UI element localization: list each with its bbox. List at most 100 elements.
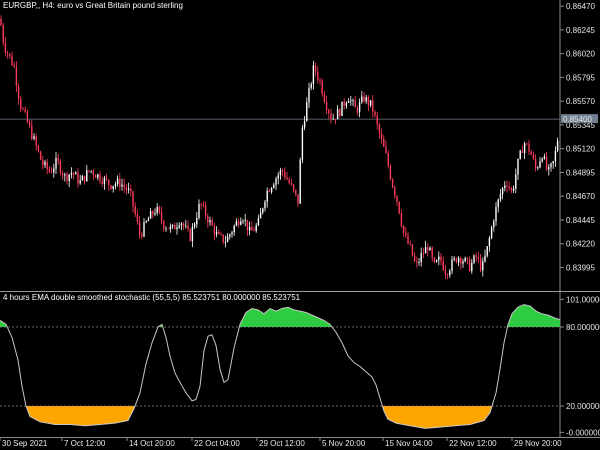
candle-body — [185, 225, 187, 227]
candle-body — [191, 226, 194, 242]
candle-body — [479, 258, 482, 271]
price-tick-label: 0.84220 — [566, 240, 595, 249]
candle-body — [475, 255, 477, 257]
candle-body — [39, 151, 42, 160]
candle-body — [240, 221, 242, 225]
candle-body — [394, 187, 396, 196]
candle-body — [361, 96, 363, 103]
candle-body — [462, 261, 464, 264]
candle-body — [101, 181, 103, 184]
candle-body — [79, 180, 81, 184]
candle-body — [123, 184, 125, 188]
candle-body — [4, 42, 7, 53]
candle-body — [103, 177, 106, 184]
candle-body — [145, 221, 147, 223]
candle-body — [266, 190, 268, 202]
candle-body — [539, 161, 541, 168]
candle-body — [213, 225, 216, 235]
oscillator-title: 4 hours EMA double smoothed stochastic (… — [3, 293, 301, 302]
candle-body — [26, 111, 29, 123]
candle-body — [149, 211, 152, 219]
candle-body — [22, 108, 24, 110]
candle-body — [420, 253, 422, 263]
price-tick-label: 0.84670 — [566, 192, 595, 201]
candle-body — [376, 115, 378, 125]
candle-body — [284, 171, 286, 178]
candle-body — [429, 247, 431, 251]
candle-body — [48, 168, 51, 172]
time-tick-label: 29 Nov 20:00 — [514, 439, 562, 448]
candle-body — [442, 261, 444, 271]
candle-body — [334, 118, 337, 120]
oscillator-tick-label: 101.000000 — [566, 295, 600, 304]
candle-body — [422, 253, 425, 255]
candle-body — [532, 154, 535, 159]
candle-body — [328, 110, 330, 114]
candle-body — [383, 138, 385, 147]
candle-body — [286, 177, 288, 180]
candle-body — [244, 219, 246, 221]
candle-body — [435, 260, 438, 262]
candle-body — [138, 221, 141, 235]
candle-body — [112, 185, 114, 189]
candle-body — [231, 232, 233, 235]
candle-body — [158, 206, 161, 213]
candle-body — [468, 259, 471, 272]
candle-body — [460, 257, 462, 264]
candle-body — [550, 163, 552, 168]
price-tick-label: 0.86020 — [566, 50, 595, 59]
candle-body — [427, 247, 429, 251]
candle-body — [512, 188, 515, 191]
candle-body — [504, 185, 506, 189]
candle-body — [455, 258, 458, 263]
candle-body — [2, 25, 4, 43]
candle-body — [356, 107, 359, 113]
candle-body — [534, 158, 537, 169]
candle-body — [449, 270, 451, 276]
candle-body — [391, 179, 394, 188]
chart-canvas[interactable]: 0.864700.862450.860200.857950.855700.853… — [0, 0, 600, 450]
candle-body — [268, 190, 271, 192]
candle-body — [222, 234, 224, 243]
candle-body — [297, 194, 299, 204]
candle-body — [292, 184, 295, 190]
candle-body — [132, 191, 134, 207]
candle-body — [347, 101, 350, 103]
candle-body — [189, 229, 191, 242]
candle-body — [200, 203, 202, 205]
candle-body — [405, 233, 407, 236]
oscillator-tick-label: -0.000000 — [566, 428, 600, 437]
candle-body — [385, 146, 387, 154]
candle-body — [413, 255, 416, 262]
candle-body — [310, 83, 312, 88]
candle-body — [218, 232, 220, 234]
candle-body — [488, 238, 491, 247]
time-tick-label: 30 Sep 2021 — [2, 439, 48, 448]
candle-body — [506, 185, 508, 187]
candle-body — [9, 53, 11, 56]
candle-body — [193, 224, 196, 227]
candle-body — [471, 262, 473, 272]
candle-body — [418, 262, 420, 263]
candle-body — [143, 222, 145, 237]
candle-body — [308, 87, 310, 103]
candle-body — [35, 136, 37, 146]
candle-body — [438, 256, 440, 261]
candle-body — [180, 223, 183, 226]
candle-body — [55, 157, 57, 169]
time-tick-label: 22 Oct 04:00 — [194, 439, 240, 448]
candle-body — [303, 121, 306, 128]
time-tick-label: 5 Nov 20:00 — [322, 439, 366, 448]
candle-body — [72, 172, 75, 175]
candle-body — [411, 244, 414, 256]
candle-body — [134, 206, 136, 215]
current-price-tag: 0.85400 — [561, 114, 598, 124]
candle-body — [451, 259, 453, 271]
price-tick-label: 0.86245 — [566, 26, 595, 35]
candle-body — [110, 185, 112, 189]
candle-body — [33, 136, 35, 139]
candle-body — [163, 220, 165, 229]
candle-body — [486, 246, 488, 256]
time-tick-label: 29 Oct 12:00 — [259, 439, 305, 448]
candle-body — [105, 177, 108, 180]
